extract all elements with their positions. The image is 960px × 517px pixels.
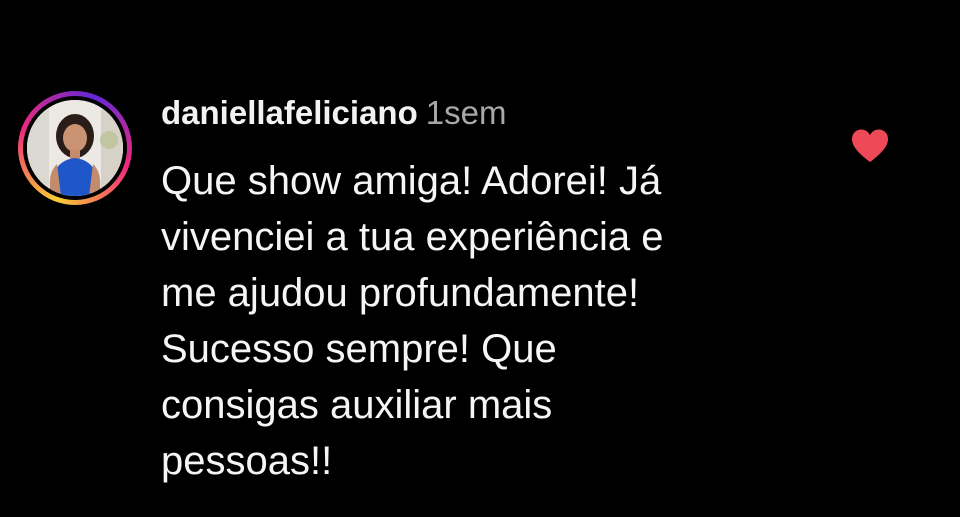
heart-icon [852,129,888,162]
username-link[interactable]: daniellafeliciano [161,94,418,131]
comment: daniellafeliciano 1sem Que show amiga! Ad… [0,0,960,517]
avatar-gap [23,96,127,200]
avatar-photo [27,100,123,196]
comment-text-line: vivenciei a tua experiência e [161,215,664,259]
comment-text: Que show amiga! Adorei! Já vivenciei a t… [161,153,841,489]
story-ring[interactable] [18,91,132,205]
comment-text-line: me ajudou profundamente! [161,271,640,315]
comment-text-line: pessoas!! [161,439,333,483]
avatar[interactable] [27,100,123,196]
like-button[interactable] [850,128,890,164]
comment-header: daniellafeliciano 1sem [161,92,506,141]
timestamp: 1sem [425,94,507,131]
comment-text-line: Que show amiga! Adorei! Já [161,159,662,203]
comment-text-line: consigas auxiliar mais [161,383,553,427]
comment-text-line: Sucesso sempre! Que [161,327,557,371]
